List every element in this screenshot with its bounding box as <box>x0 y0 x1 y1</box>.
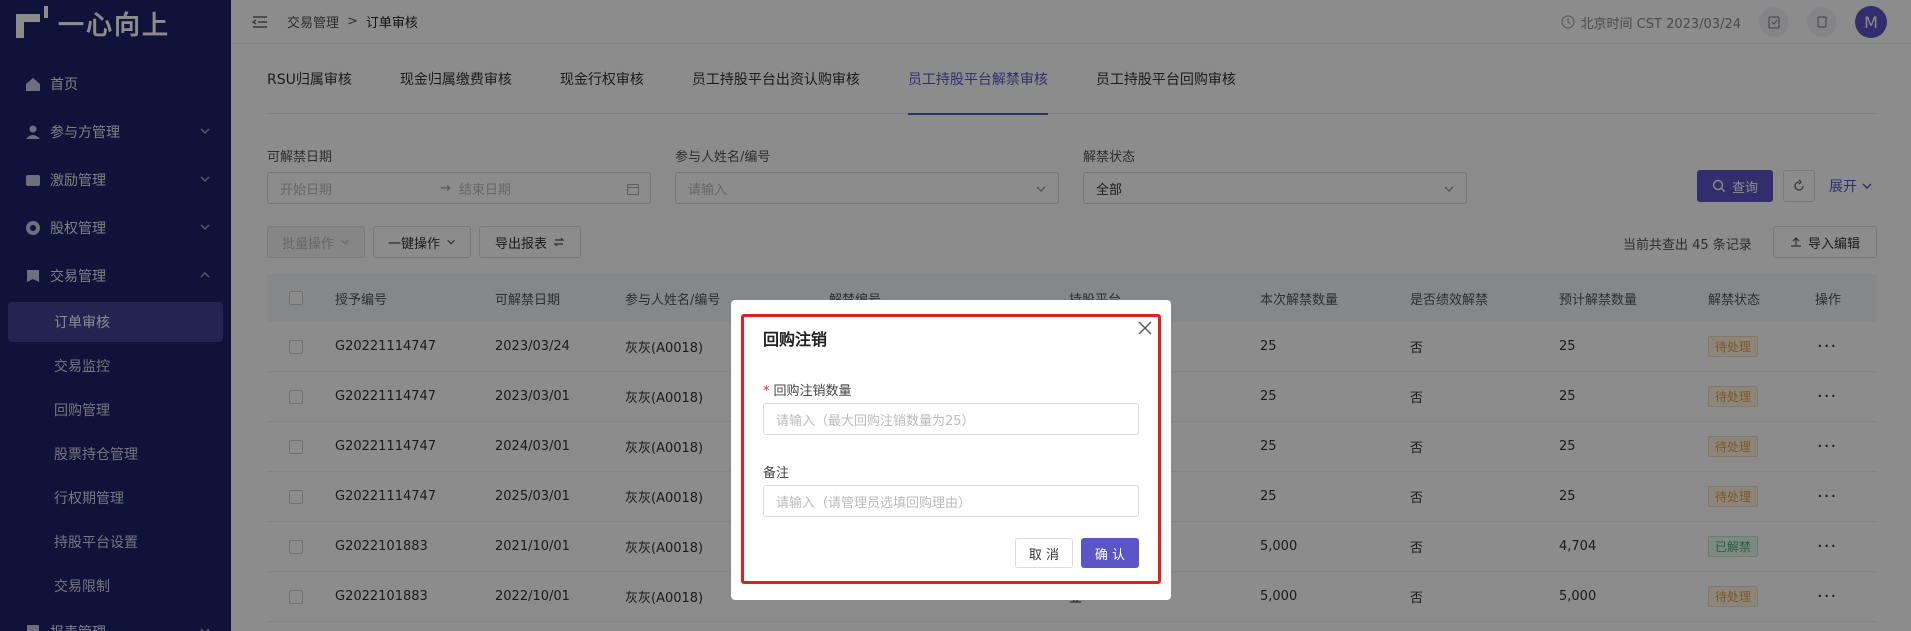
remark-label: 备注 <box>763 466 790 481</box>
buyback-qty-input[interactable]: 请输入（最大回购注销数量为25） <box>763 403 1139 435</box>
qty-field-label: * 回购注销数量 <box>763 380 852 399</box>
confirm-button[interactable]: 确 认 <box>1081 538 1139 568</box>
remark-input[interactable]: 请输入（请管理员选填回购理由） <box>763 485 1139 517</box>
qty-label-text: 回购注销数量 <box>773 384 852 399</box>
remark-placeholder: 请输入（请管理员选填回购理由） <box>776 495 972 511</box>
required-marker: * <box>763 384 770 399</box>
modal-title: 回购注销 <box>763 330 828 349</box>
buyback-cancel-modal: 回购注销 * 回购注销数量 请输入（最大回购注销数量为25） 备注 请输入（请管理… <box>731 300 1171 600</box>
close-icon[interactable] <box>1137 320 1153 336</box>
qty-placeholder: 请输入（最大回购注销数量为25） <box>776 413 975 429</box>
cancel-button[interactable]: 取 消 <box>1015 538 1073 568</box>
